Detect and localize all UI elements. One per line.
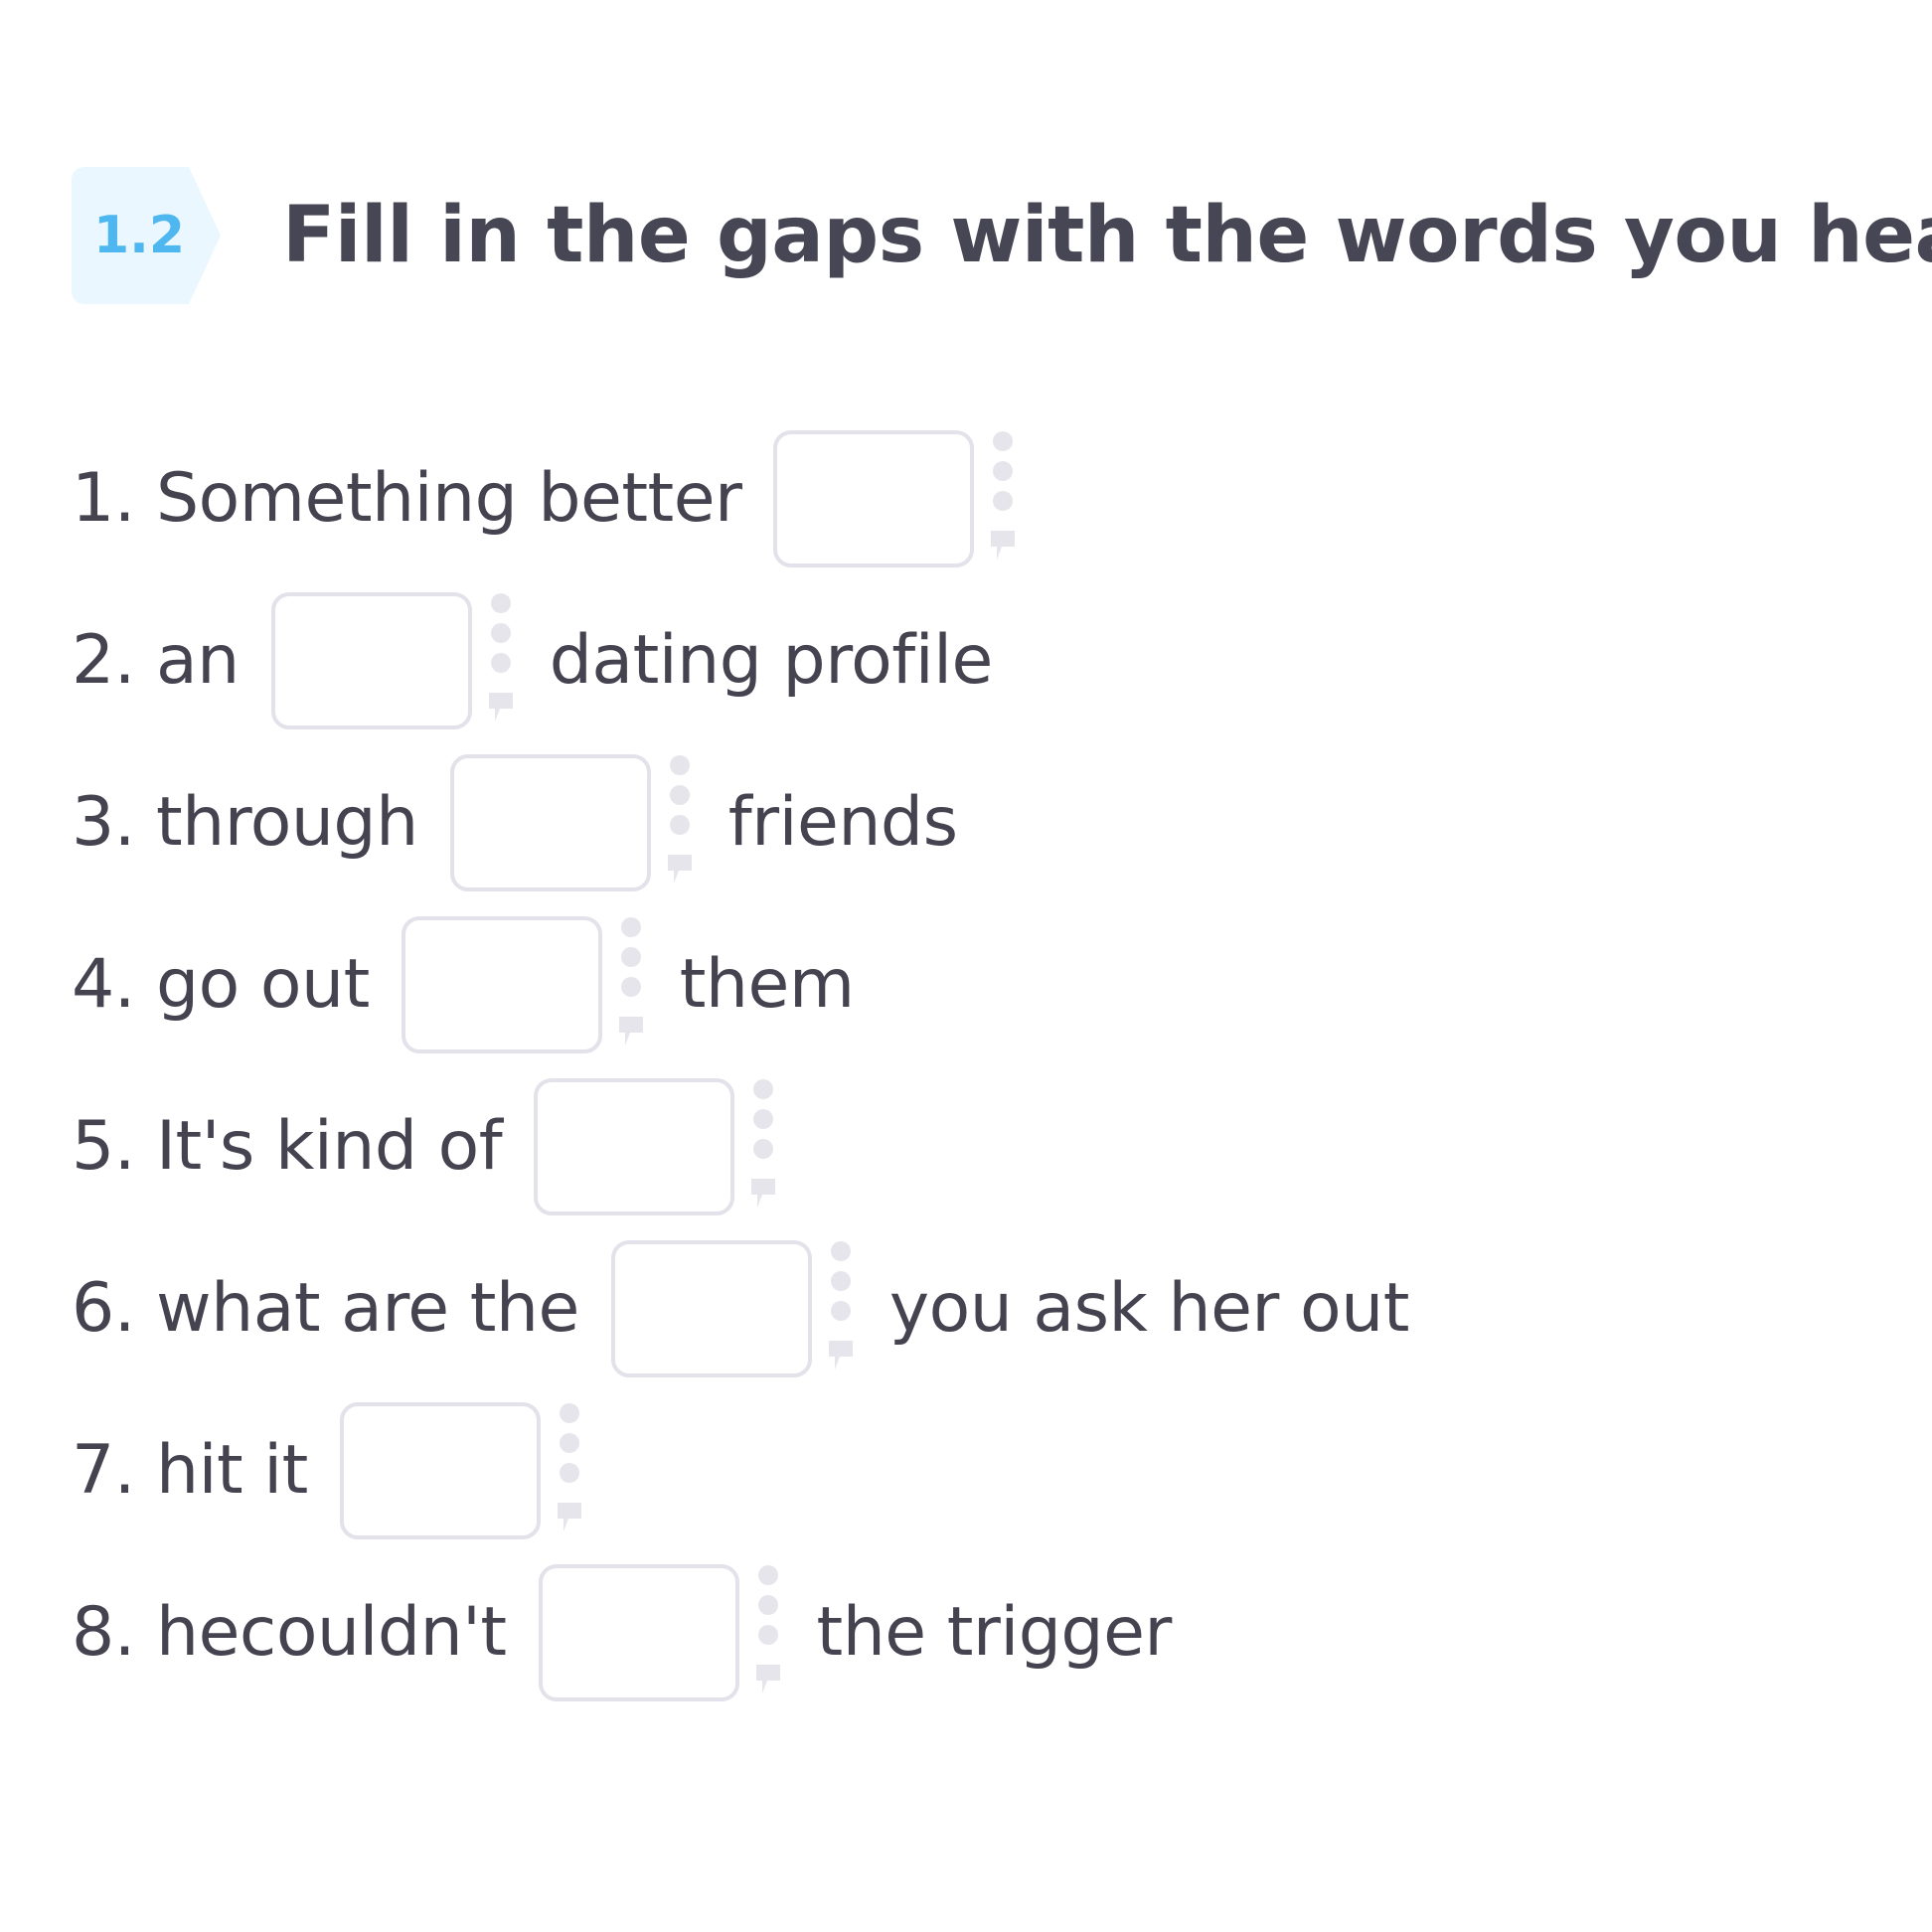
dots-comment-icon[interactable] [616, 915, 646, 1054]
gap [773, 429, 1018, 568]
dots-comment-icon[interactable] [665, 753, 695, 892]
gap-input[interactable] [534, 1077, 735, 1215]
item-text-before: 7. hit it [72, 1431, 308, 1510]
gap-input[interactable] [610, 1239, 812, 1377]
item-text-before: 6. what are the [72, 1269, 579, 1348]
item-text-before: 5. It's kind of [72, 1107, 503, 1186]
item-text-after: them [679, 945, 855, 1024]
gap-input[interactable] [538, 1563, 739, 1701]
dots-comment-icon[interactable] [753, 1563, 783, 1702]
list-item: 3. through friends [72, 741, 1409, 903]
item-text-after: the trigger [816, 1593, 1173, 1672]
item-text-before: 4. go out [72, 945, 370, 1024]
exercise-page: { "exercise": { "number": "1.2", "title"… [0, 0, 1932, 1932]
dots-comment-icon[interactable] [555, 1401, 584, 1540]
item-text-before: 8. hecouldn't [72, 1593, 507, 1672]
gap [610, 1239, 856, 1378]
item-text-before: 1. Something better [72, 459, 742, 538]
list-item: 7. hit it [72, 1389, 1409, 1551]
dots-comment-icon[interactable] [826, 1239, 856, 1378]
gap [534, 1077, 778, 1216]
dots-comment-icon[interactable] [748, 1077, 778, 1216]
dots-comment-icon[interactable] [988, 429, 1018, 568]
gap [339, 1401, 584, 1540]
gap [538, 1563, 783, 1702]
gap [401, 915, 646, 1054]
list-item: 8. hecouldn't the trigger [72, 1551, 1409, 1713]
exercise-title: Fill in the gaps with the words you hear [282, 191, 1932, 280]
exercise-number: 1.2 [92, 206, 186, 265]
gap [449, 753, 695, 892]
gap-input[interactable] [773, 429, 975, 567]
item-text-before: 3. through [72, 783, 418, 862]
exercise-number-badge: 1.2 [72, 167, 221, 304]
gap [270, 591, 516, 730]
gap-input[interactable] [270, 591, 472, 729]
list-item: 5. It's kind of [72, 1065, 1409, 1227]
item-text-after: friends [727, 783, 958, 862]
dots-comment-icon[interactable] [486, 591, 516, 730]
list-item: 4. go out them [72, 903, 1409, 1065]
item-text-after: dating profile [549, 621, 994, 700]
item-text-after: you ask her out [888, 1269, 1410, 1348]
gap-fill-list: 1. Something better 2. an dating profile… [72, 417, 1409, 1713]
list-item: 6. what are the you ask her out [72, 1227, 1409, 1389]
exercise-header: 1.2 Fill in the gaps with the words you … [72, 167, 1932, 304]
gap-input[interactable] [449, 753, 651, 891]
list-item: 2. an dating profile [72, 579, 1409, 741]
list-item: 1. Something better [72, 417, 1409, 579]
item-text-before: 2. an [72, 621, 240, 700]
gap-input[interactable] [339, 1401, 541, 1539]
gap-input[interactable] [401, 915, 602, 1053]
